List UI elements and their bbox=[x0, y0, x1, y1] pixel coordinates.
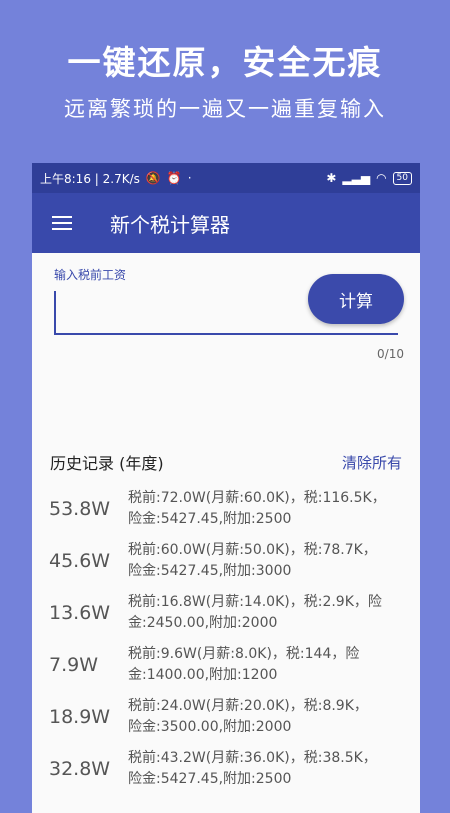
status-time-speed: 上午8:16 | 2.7K/s bbox=[40, 171, 140, 186]
history-row[interactable]: 18.9W 税前:24.0W(月薪:20.0K)，税:8.9K， 险金:3500… bbox=[32, 691, 420, 743]
history-detail: 税前:24.0W(月薪:20.0K)，税:8.9K， 险金:3500.00,附加… bbox=[128, 696, 420, 738]
history-detail-line: 税前:72.0W(月薪:60.0K)，税:116.5K， bbox=[128, 490, 386, 506]
history-detail-line: 险金:5427.45,附加:3000 bbox=[128, 563, 292, 579]
char-counter: 0/10 bbox=[377, 347, 404, 361]
history-total: 18.9W bbox=[49, 706, 111, 728]
status-bar: 上午8:16 | 2.7K/s 🔕 ⏰ · ✱ ▂▃▅ ◠ 50 bbox=[32, 163, 420, 193]
menu-icon[interactable] bbox=[52, 212, 72, 234]
app-bar: 新个税计算器 bbox=[32, 193, 420, 253]
history-row[interactable]: 7.9W 税前:9.6W(月薪:8.0K)，税:144，险 金:1400.00,… bbox=[32, 639, 420, 691]
promo-title: 一键还原，安全无痕 bbox=[67, 43, 383, 82]
app-title: 新个税计算器 bbox=[110, 212, 230, 237]
promo-subtitle: 远离繁琐的一遍又一遍重复输入 bbox=[64, 97, 386, 121]
history-detail: 税前:60.0W(月薪:50.0K)，税:78.7K， 险金:5427.45,附… bbox=[128, 540, 420, 582]
history-detail: 税前:9.6W(月薪:8.0K)，税:144，险 金:1400.00,附加:12… bbox=[128, 644, 420, 686]
history-title: 历史记录 (年度) bbox=[50, 454, 164, 473]
history-detail-line: 金:2450.00,附加:2000 bbox=[128, 615, 278, 631]
history-total: 53.8W bbox=[49, 498, 111, 520]
history-row[interactable]: 45.6W 税前:60.0W(月薪:50.0K)，税:78.7K， 险金:542… bbox=[32, 535, 420, 587]
history-detail-line: 税前:24.0W(月薪:20.0K)，税:8.9K， bbox=[128, 698, 368, 714]
history-detail-line: 税前:60.0W(月薪:50.0K)，税:78.7K， bbox=[128, 542, 377, 558]
mute-icon: 🔕 bbox=[145, 171, 161, 185]
bluetooth-icon: ✱ bbox=[326, 171, 337, 185]
calculate-button[interactable]: 计算 bbox=[308, 274, 404, 324]
dot-icon: · bbox=[187, 171, 192, 185]
history-total: 13.6W bbox=[49, 602, 111, 624]
history-row[interactable]: 32.8W 税前:43.2W(月薪:36.0K)，税:38.5K， 险金:542… bbox=[32, 743, 420, 795]
history-detail-line: 险金:5427.45,附加:2500 bbox=[128, 771, 292, 787]
history-row[interactable]: 13.6W 税前:16.8W(月薪:14.0K)，税:2.9K，险 金:2450… bbox=[32, 587, 420, 639]
clear-all-button[interactable]: 清除所有 bbox=[342, 452, 402, 473]
history-detail-line: 险金:5427.45,附加:2500 bbox=[128, 511, 292, 527]
history-detail: 税前:43.2W(月薪:36.0K)，税:38.5K， 险金:5427.45,附… bbox=[128, 748, 420, 790]
history-detail-line: 税前:16.8W(月薪:14.0K)，税:2.9K，险 bbox=[128, 594, 382, 610]
history-detail: 税前:72.0W(月薪:60.0K)，税:116.5K， 险金:5427.45,… bbox=[128, 488, 420, 530]
wifi-icon: ◠ bbox=[376, 171, 387, 185]
history-list: 53.8W 税前:72.0W(月薪:60.0K)，税:116.5K， 险金:54… bbox=[32, 483, 420, 795]
history-total: 7.9W bbox=[49, 654, 99, 676]
history-detail: 税前:16.8W(月薪:14.0K)，税:2.9K，险 金:2450.00,附加… bbox=[128, 592, 420, 634]
phone-screen: 上午8:16 | 2.7K/s 🔕 ⏰ · ✱ ▂▃▅ ◠ 50 新个税计算器 … bbox=[32, 163, 420, 813]
alarm-icon: ⏰ bbox=[166, 171, 182, 185]
history-detail-line: 险金:3500.00,附加:2000 bbox=[128, 719, 292, 735]
signal-icon: ▂▃▅ bbox=[342, 171, 371, 185]
history-total: 32.8W bbox=[49, 758, 111, 780]
history-total: 45.6W bbox=[49, 550, 111, 572]
history-row[interactable]: 53.8W 税前:72.0W(月薪:60.0K)，税:116.5K， 险金:54… bbox=[32, 483, 420, 535]
history-detail-line: 金:1400.00,附加:1200 bbox=[128, 667, 278, 683]
battery-icon: 50 bbox=[392, 171, 412, 185]
history-detail-line: 税前:9.6W(月薪:8.0K)，税:144，险 bbox=[128, 646, 360, 662]
history-detail-line: 税前:43.2W(月薪:36.0K)，税:38.5K， bbox=[128, 750, 377, 766]
history-header: 历史记录 (年度) 清除所有 bbox=[50, 450, 402, 474]
